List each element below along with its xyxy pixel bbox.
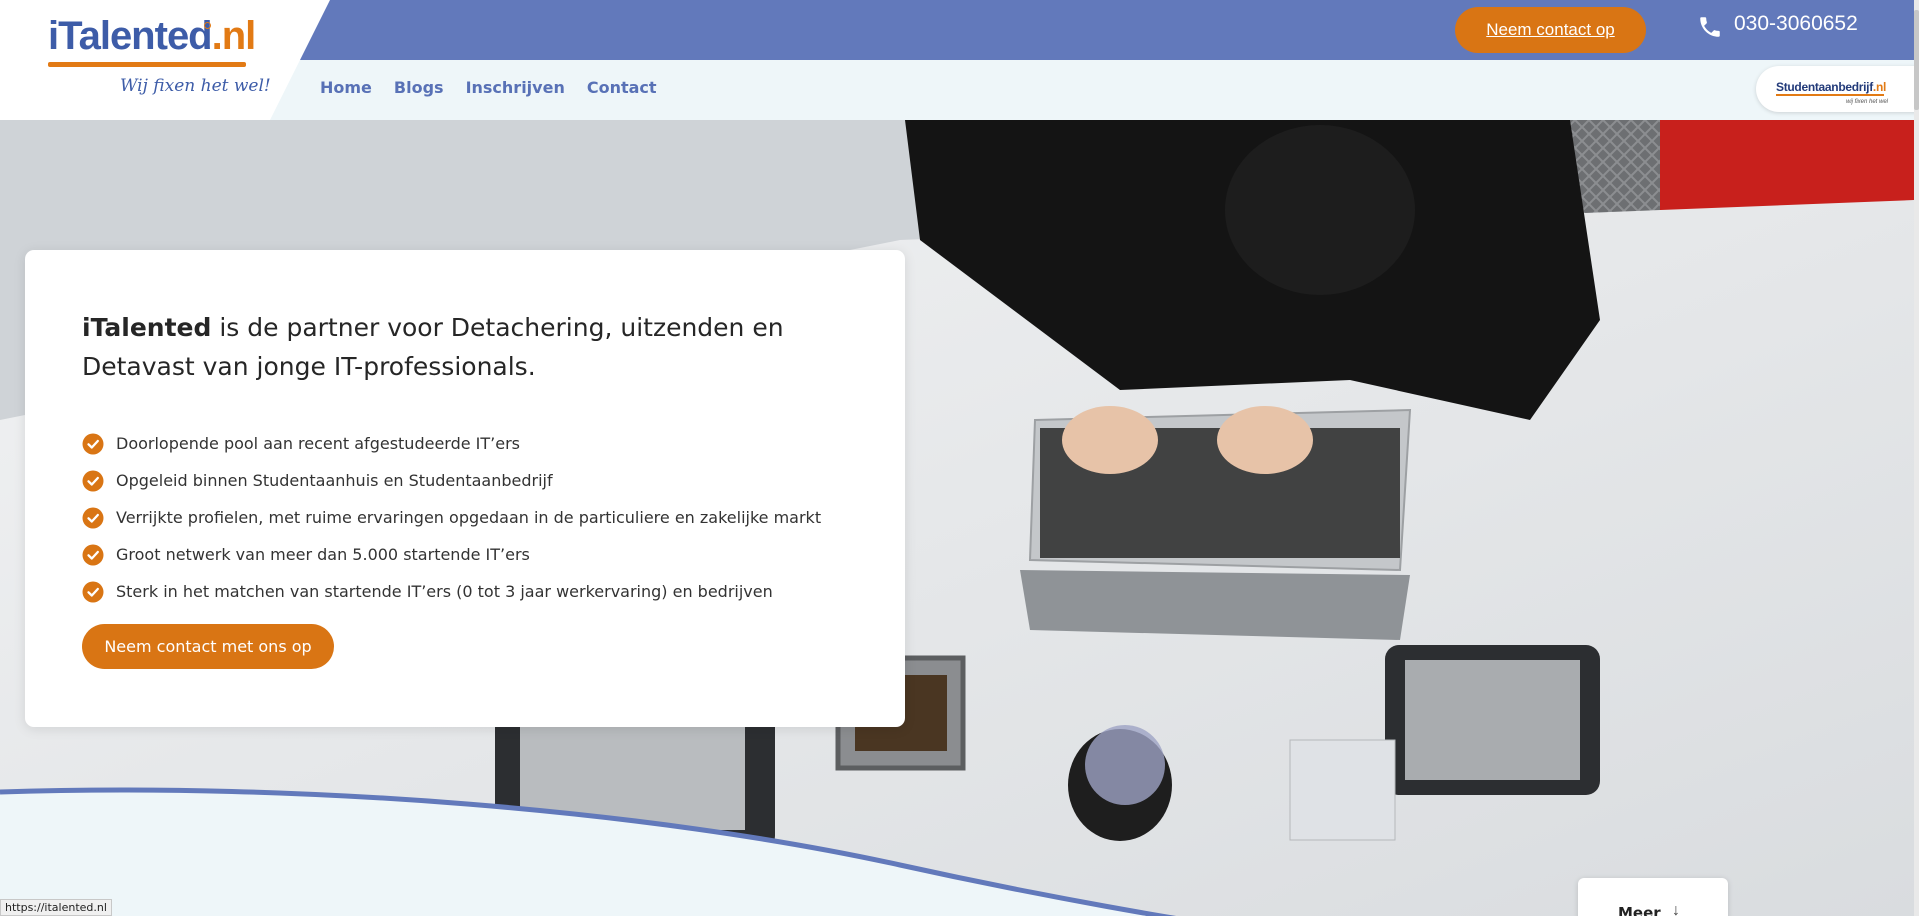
bullet-text: Sterk in het matchen van startende IT’er… — [116, 582, 773, 601]
contact-button[interactable]: Neem contact op — [1455, 7, 1646, 53]
right-hand — [1217, 406, 1313, 474]
benefit-list: Doorlopende pool aan recent afgestudeerd… — [82, 425, 821, 610]
person-head — [1225, 125, 1415, 295]
bullet-text: Opgeleid binnen Studentaanhuis en Studen… — [116, 471, 553, 490]
nav-home[interactable]: Home — [320, 78, 372, 97]
check-circle-icon — [82, 433, 104, 454]
logo-registered-mark — [204, 22, 211, 29]
partner-wordmark: Studentaanbedrijf.nl — [1776, 80, 1887, 94]
logo-wordmark: iTalented.nl — [48, 14, 256, 58]
main-nav: Home Blogs Inschrijven Contact — [320, 78, 657, 97]
phone-icon[interactable] — [1697, 14, 1723, 40]
scrollbar[interactable] — [1914, 0, 1919, 916]
sticky-notes — [1289, 739, 1396, 841]
nav-inschrijven[interactable]: Inschrijven — [466, 78, 565, 97]
check-circle-icon — [82, 581, 104, 602]
bullet-text: Groot netwerk van meer dan 5.000 starten… — [116, 545, 530, 564]
partner-underline — [1776, 94, 1884, 96]
bullet-text: Verrijkte profielen, met ruime ervaringe… — [116, 508, 822, 527]
partner-logo-studentaanbedrijf[interactable]: Studentaanbedrijf.nl wij fixen het wel — [1756, 66, 1919, 112]
laptop-screen — [1020, 570, 1410, 640]
intro-card: iTalented is de partner voor Detachering… — [25, 250, 905, 727]
arrow-down-icon: ↓ — [1672, 902, 1680, 916]
list-item: Sterk in het matchen van startende IT’er… — [82, 573, 821, 610]
list-item: Groot netwerk van meer dan 5.000 starten… — [82, 536, 821, 573]
bullet-text: Doorlopende pool aan recent afgestudeerd… — [116, 434, 520, 453]
logo-underline — [48, 62, 246, 67]
hero-section: iTalented is de partner voor Detachering… — [0, 120, 1914, 916]
partner-tagline: wij fixen het wel — [1846, 99, 1889, 105]
contact-cta-button[interactable]: Neem contact met ons op — [82, 624, 334, 669]
phone-number[interactable]: 030-3060652 — [1734, 12, 1858, 36]
nav-blogs[interactable]: Blogs — [394, 78, 444, 97]
logo-tagline: Wij fixen het wel! — [120, 76, 271, 96]
list-item: Doorlopende pool aan recent afgestudeerd… — [82, 425, 821, 462]
left-hand — [1062, 406, 1158, 474]
scrollbar-thumb[interactable] — [1914, 10, 1919, 110]
notebook-right-page — [1405, 660, 1580, 780]
nav-contact[interactable]: Contact — [587, 78, 657, 97]
check-circle-icon — [82, 544, 104, 565]
list-item: Opgeleid binnen Studentaanhuis en Studen… — [82, 462, 821, 499]
hero-title: iTalented is de partner voor Detachering… — [82, 313, 784, 381]
more-button[interactable]: Meer ↓ — [1578, 878, 1728, 916]
check-circle-icon — [82, 470, 104, 491]
pens — [1085, 725, 1165, 805]
status-bar-url: https://italented.nl — [0, 899, 112, 916]
check-circle-icon — [82, 507, 104, 528]
more-label: Meer — [1618, 904, 1661, 916]
list-item: Verrijkte profielen, met ruime ervaringe… — [82, 499, 821, 536]
